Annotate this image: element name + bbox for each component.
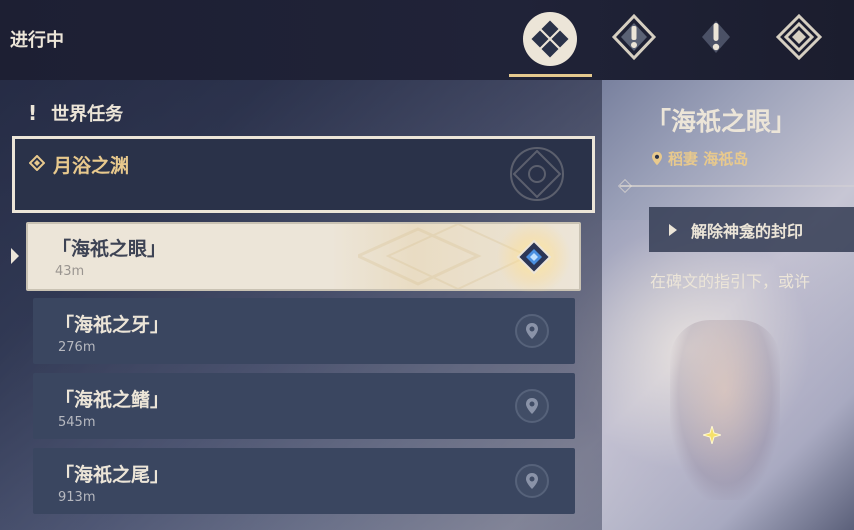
tab-story-quests[interactable]: [772, 12, 826, 66]
category-label: 世界任务: [51, 104, 124, 125]
location-pin-icon: [526, 323, 538, 339]
sub-quest-item[interactable]: 「海祇之眼」 43m: [26, 222, 581, 292]
track-button[interactable]: [515, 389, 549, 423]
track-button[interactable]: [515, 464, 549, 498]
detail-location: 稻妻 海祇岛: [651, 148, 748, 169]
location-pin-icon: [526, 398, 538, 414]
objective-label: 解除神龛的封印: [691, 221, 804, 241]
active-tab-indicator: [509, 74, 592, 77]
location-label: 稻妻 海祇岛: [668, 150, 749, 168]
tab-all-quests[interactable]: [523, 12, 577, 66]
quest-objective[interactable]: 解除神龛的封印: [649, 207, 854, 252]
exclamation-icon: !: [28, 101, 38, 125]
sub-quest-item[interactable]: 「海祇之尾」 913m: [33, 448, 575, 514]
sub-quest-distance: 276m: [58, 340, 96, 355]
tracked-quest-icon: [516, 239, 552, 275]
sub-quest-item[interactable]: 「海祇之鳍」 545m: [33, 373, 575, 439]
tab-archon-quests[interactable]: [607, 12, 661, 66]
quest-marker[interactable]: [494, 222, 574, 292]
quest-group-title-row: 月浴之渊: [28, 151, 130, 178]
archon-quest-icon: [610, 13, 658, 65]
track-button[interactable]: [515, 314, 549, 348]
page-title: 进行中: [10, 30, 64, 51]
selection-caret-icon: [11, 248, 19, 264]
location-pin-icon: [652, 151, 662, 166]
sub-quest-distance: 545m: [58, 415, 96, 430]
tab-world-quests[interactable]: [689, 12, 743, 66]
sub-quest-title: 「海祇之眼」: [52, 238, 167, 260]
quest-description: 在碑文的指引下，或许: [650, 272, 811, 291]
quest-group-world[interactable]: 月浴之渊: [12, 136, 595, 213]
play-arrow-icon: [669, 223, 677, 236]
sub-quest-title: 「海祇之牙」: [55, 314, 170, 336]
sub-quest-title: 「海祇之鳍」: [55, 389, 170, 411]
sub-quest-item[interactable]: 「海祇之牙」 276m: [33, 298, 575, 364]
divider: [620, 185, 854, 187]
top-bar: 进行中: [0, 0, 854, 80]
location-pin-icon: [526, 473, 538, 489]
detail-title: 「海祇之眼」: [646, 107, 797, 136]
sub-quest-distance: 913m: [58, 490, 96, 505]
divider-ornament: [617, 178, 633, 194]
emblem-icon: [510, 147, 564, 201]
category-header: ! 世界任务: [28, 100, 123, 126]
star-marker-icon: [703, 426, 721, 444]
story-quest-icon: [775, 13, 823, 65]
sub-quest-distance: 43m: [55, 264, 85, 279]
all-quests-icon: [523, 12, 577, 66]
background-character: [670, 320, 780, 500]
sub-quest-title: 「海祇之尾」: [55, 464, 170, 486]
quest-group-title: 月浴之渊: [53, 155, 130, 177]
diamond-icon: [28, 154, 46, 176]
world-quest-icon: [694, 15, 738, 63]
